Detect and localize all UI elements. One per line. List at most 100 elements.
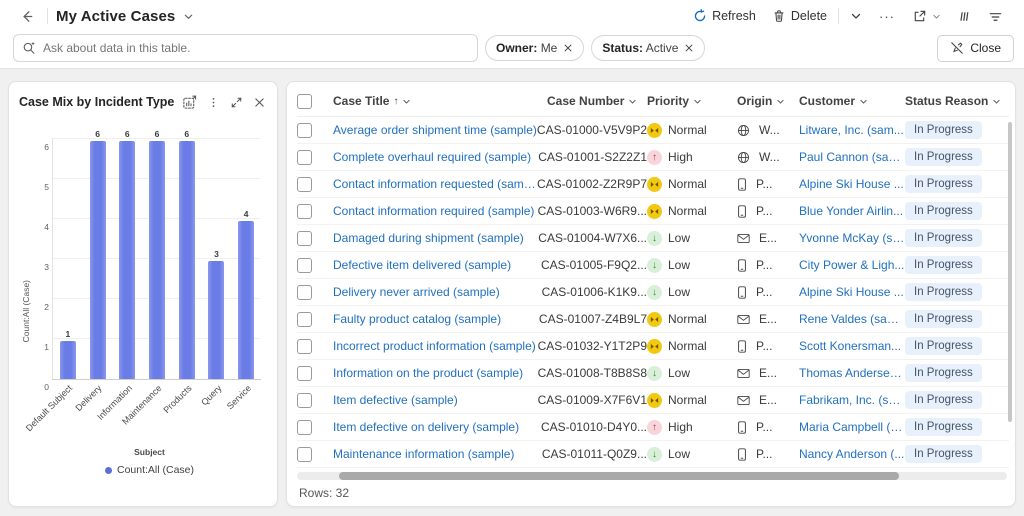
row-checkbox[interactable]: [297, 258, 312, 273]
case-title-link[interactable]: Faulty product catalog (sample): [333, 312, 501, 326]
row-checkbox[interactable]: [297, 366, 312, 381]
bar[interactable]: [119, 141, 135, 379]
chart-plot-area: 01234561666634: [52, 138, 261, 380]
filter-button[interactable]: [983, 5, 1008, 28]
column-header-status-reason[interactable]: Status Reason: [905, 94, 1009, 108]
bar-value-label: 6: [95, 129, 100, 139]
case-title-link[interactable]: Delivery never arrived (sample): [333, 285, 500, 299]
row-checkbox[interactable]: [297, 393, 312, 408]
more-commands-chevron-button[interactable]: [845, 6, 867, 26]
customer-link[interactable]: Alpine Ski House ...: [799, 285, 905, 299]
bar[interactable]: [179, 141, 195, 379]
column-header-case-title[interactable]: Case Title ↑: [333, 94, 411, 108]
back-button[interactable]: [14, 5, 39, 28]
chart-title: Case Mix by Incident Type: [19, 95, 174, 109]
table-row[interactable]: Defective item delivered (sample)CAS-010…: [297, 252, 1009, 279]
ask-data-searchbox[interactable]: [13, 34, 478, 62]
table-row[interactable]: Damaged during shipment (sample)CAS-0100…: [297, 225, 1009, 252]
row-checkbox[interactable]: [297, 231, 312, 246]
share-button[interactable]: [907, 5, 946, 28]
select-all-checkbox[interactable]: [297, 94, 312, 109]
case-title-link[interactable]: Information on the product (sample): [333, 366, 523, 380]
view-chevron-down-icon[interactable]: [183, 11, 194, 22]
customer-link[interactable]: City Power & Ligh...: [799, 258, 905, 272]
row-checkbox[interactable]: [297, 123, 312, 138]
bar[interactable]: [238, 221, 254, 379]
share-chevron-icon: [932, 12, 941, 21]
case-title-link[interactable]: Item defective on delivery (sample): [333, 420, 519, 434]
delete-button[interactable]: Delete: [767, 5, 832, 27]
row-checkbox[interactable]: [297, 150, 312, 165]
customer-link[interactable]: Litware, Inc. (sam...: [799, 123, 905, 137]
table-row[interactable]: Average order shipment time (sample)CAS-…: [297, 117, 1009, 144]
owner-filter-chip[interactable]: Owner: Me: [485, 35, 584, 61]
row-checkbox[interactable]: [297, 204, 312, 219]
horizontal-scrollbar[interactable]: [297, 472, 1007, 480]
customer-link[interactable]: Fabrikam, Inc. (sa...: [799, 393, 905, 407]
customer-link[interactable]: Thomas Andersen...: [799, 366, 905, 380]
status-reason-badge: In Progress: [905, 391, 982, 409]
horizontal-scrollbar-thumb[interactable]: [339, 472, 899, 480]
table-row[interactable]: Incorrect product information (sample)CA…: [297, 333, 1009, 360]
table-row[interactable]: Faulty product catalog (sample)CAS-01007…: [297, 306, 1009, 333]
case-title-link[interactable]: Incorrect product information (sample): [333, 339, 536, 353]
customer-link[interactable]: Yvonne McKay (sa...: [799, 231, 905, 245]
email-icon: [737, 314, 750, 325]
case-title-link[interactable]: Contact information requested (sample): [333, 177, 537, 191]
table-row[interactable]: Maintenance information (sample)CAS-0101…: [297, 441, 1009, 468]
case-title-link[interactable]: Contact information required (sample): [333, 204, 534, 218]
close-ask-panel-button[interactable]: Close: [937, 35, 1014, 62]
vertical-scrollbar-thumb[interactable]: [1008, 122, 1012, 422]
column-header-origin[interactable]: Origin: [737, 94, 785, 108]
customer-link[interactable]: Rene Valdes (sam...: [799, 312, 905, 326]
table-row[interactable]: Complete overhaul required (sample)CAS-0…: [297, 144, 1009, 171]
table-row[interactable]: Item defective on delivery (sample)CAS-0…: [297, 414, 1009, 441]
remove-status-filter-icon[interactable]: [684, 43, 694, 53]
column-header-priority[interactable]: Priority: [647, 94, 702, 108]
bar[interactable]: [208, 261, 224, 379]
overflow-menu-button[interactable]: ···: [873, 9, 901, 24]
row-checkbox[interactable]: [297, 447, 312, 462]
chart-more-options-button[interactable]: [204, 94, 223, 111]
table-row[interactable]: Item defective (sample)CAS-01009-X7F6V1N…: [297, 387, 1009, 414]
customer-link[interactable]: Paul Cannon (sam...: [799, 150, 905, 164]
customer-link[interactable]: Maria Campbell (s...: [799, 420, 905, 434]
case-title-link[interactable]: Defective item delivered (sample): [333, 258, 511, 272]
edit-columns-button[interactable]: [952, 5, 977, 28]
case-title-link[interactable]: Complete overhaul required (sample): [333, 150, 531, 164]
expand-chart-button[interactable]: [227, 94, 246, 111]
refresh-button[interactable]: Refresh: [688, 5, 761, 27]
row-checkbox[interactable]: [297, 177, 312, 192]
table-row[interactable]: Information on the product (sample)CAS-0…: [297, 360, 1009, 387]
bar-group-information: 6: [112, 129, 142, 379]
case-title-link[interactable]: Item defective (sample): [333, 393, 458, 407]
ask-data-input[interactable]: [43, 41, 469, 55]
customer-link[interactable]: Nancy Anderson (...: [799, 447, 905, 461]
case-title-link[interactable]: Damaged during shipment (sample): [333, 231, 524, 245]
x-tick: Query: [201, 383, 231, 445]
y-tick-label: 3: [44, 262, 49, 272]
column-header-case-number[interactable]: Case Number: [547, 94, 647, 108]
bar[interactable]: [90, 141, 106, 379]
row-checkbox[interactable]: [297, 285, 312, 300]
row-checkbox[interactable]: [297, 312, 312, 327]
column-header-customer[interactable]: Customer: [799, 94, 905, 108]
case-title-link[interactable]: Average order shipment time (sample): [333, 123, 537, 137]
priority-cell: Low: [668, 258, 690, 272]
customer-link[interactable]: Scott Konersman...: [799, 339, 905, 353]
customer-link[interactable]: Blue Yonder Airlin...: [799, 204, 905, 218]
bar[interactable]: [149, 141, 165, 379]
table-row[interactable]: Contact information required (sample)CAS…: [297, 198, 1009, 225]
table-row[interactable]: Delivery never arrived (sample)CAS-01006…: [297, 279, 1009, 306]
bar[interactable]: [60, 341, 76, 379]
table-row[interactable]: Contact information requested (sample)CA…: [297, 171, 1009, 198]
case-title-link[interactable]: Maintenance information (sample): [333, 447, 514, 461]
close-chart-button[interactable]: [250, 94, 269, 111]
priority-low-icon: ↓: [647, 366, 662, 381]
status-filter-chip[interactable]: Status: Active: [591, 35, 705, 61]
customer-link[interactable]: Alpine Ski House ...: [799, 177, 905, 191]
row-checkbox[interactable]: [297, 420, 312, 435]
remove-owner-filter-icon[interactable]: [563, 43, 573, 53]
row-checkbox[interactable]: [297, 339, 312, 354]
change-chart-button[interactable]: [179, 93, 200, 112]
